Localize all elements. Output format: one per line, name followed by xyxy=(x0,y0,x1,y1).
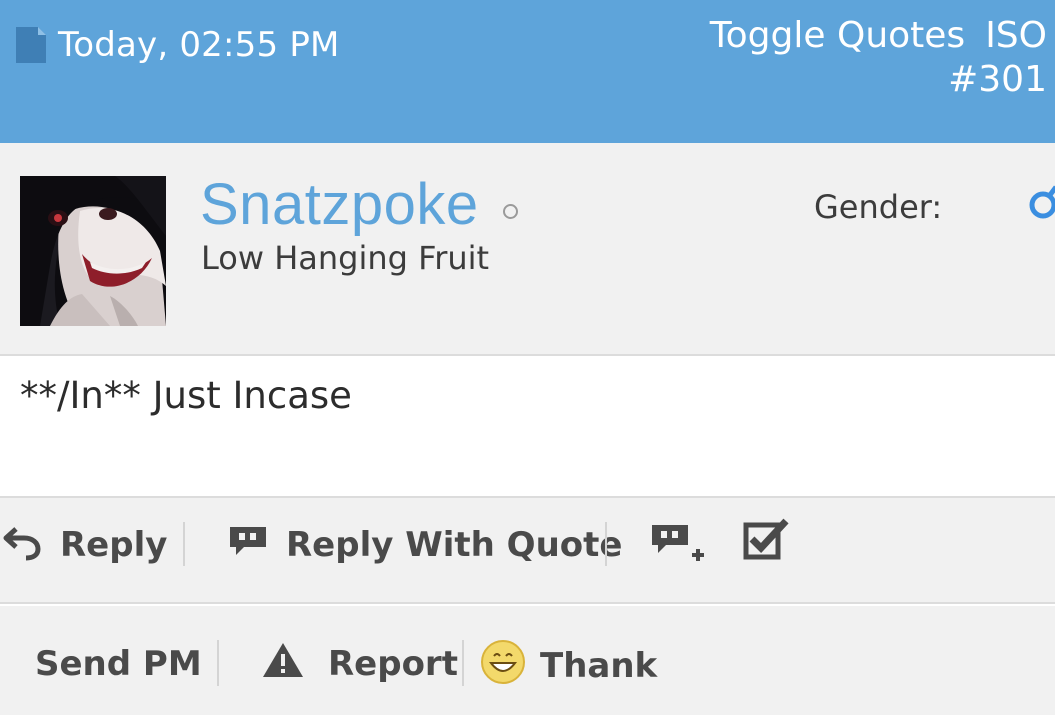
post-date-text: Today, 02:55 PM xyxy=(58,25,340,65)
user-info-panel: Snatzpoke Low Hanging Fruit Gender: xyxy=(0,143,1055,356)
reply-arrow-icon xyxy=(2,521,42,570)
post-actions-secondary: Send PM Report Thank xyxy=(0,606,1055,715)
thank-button[interactable]: Thank xyxy=(480,639,658,694)
post-header-links: Toggle Quotes ISO #301 xyxy=(710,14,1047,102)
status-dot-icon xyxy=(503,204,518,219)
warning-triangle-icon xyxy=(262,641,304,688)
separator xyxy=(605,522,607,566)
reply-button[interactable]: Reply xyxy=(2,520,167,570)
reply-label: Reply xyxy=(60,525,168,565)
report-button[interactable]: Report xyxy=(262,639,458,689)
multi-quote-button[interactable] xyxy=(650,520,712,570)
multi-quote-plus-icon xyxy=(650,519,712,572)
post-content: **/In** Just Incase xyxy=(20,374,352,417)
send-pm-button[interactable]: Send PM xyxy=(35,639,202,689)
toggle-quotes-link[interactable]: Toggle Quotes xyxy=(710,14,965,58)
avatar[interactable] xyxy=(20,176,166,326)
send-pm-label: Send PM xyxy=(35,644,202,684)
checkbox-checked-icon xyxy=(742,517,792,570)
user-title: Low Hanging Fruit xyxy=(201,239,490,277)
iso-link[interactable]: ISO xyxy=(985,14,1047,58)
separator xyxy=(217,640,219,686)
smiley-icon xyxy=(480,639,526,694)
username-link[interactable]: Snatzpoke xyxy=(200,171,479,238)
quote-bubble-icon xyxy=(228,523,268,568)
post-number-link[interactable]: #301 xyxy=(948,59,1047,100)
report-label: Report xyxy=(328,644,458,684)
separator xyxy=(462,640,464,686)
thank-label: Thank xyxy=(540,646,658,686)
post-actions-primary: Reply Reply With Quote xyxy=(0,496,1055,604)
document-icon xyxy=(14,25,48,65)
moderate-checkbox[interactable] xyxy=(742,518,792,568)
post-date: Today, 02:55 PM xyxy=(14,22,340,68)
post-header: Today, 02:55 PM Toggle Quotes ISO #301 xyxy=(0,0,1055,143)
reply-with-quote-button[interactable]: Reply With Quote xyxy=(228,520,622,570)
male-gender-icon xyxy=(1028,183,1055,223)
separator xyxy=(183,522,185,566)
reply-with-quote-label: Reply With Quote xyxy=(286,525,623,565)
gender-label: Gender: xyxy=(814,188,943,226)
